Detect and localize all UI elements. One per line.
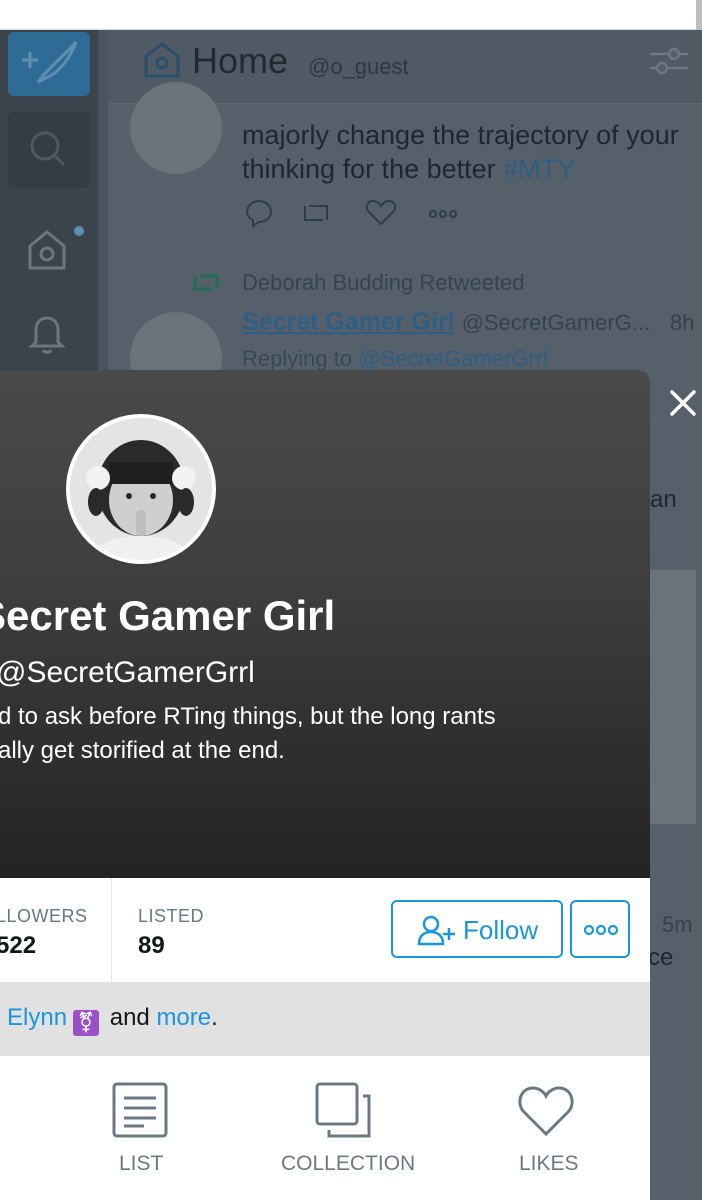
- search-icon: [30, 131, 66, 167]
- tweet-avatar[interactable]: [130, 82, 222, 174]
- followers-label: LLOWERS: [0, 906, 88, 926]
- tab-collection[interactable]: COLLECTION: [268, 1056, 418, 1200]
- profile-tabs: LIST COLLECTION LIKES: [0, 1056, 650, 1200]
- heart-icon: [518, 1086, 574, 1137]
- search-button[interactable]: [8, 112, 90, 188]
- avatar-photo: [70, 418, 212, 560]
- tab-list[interactable]: LIST: [80, 1056, 200, 1200]
- tweet-line-2-text: thinking for the better: [242, 154, 504, 184]
- partial-text-ce: ce: [648, 944, 674, 971]
- tweet-media-thumb[interactable]: [648, 570, 696, 824]
- filter-settings-icon[interactable]: [648, 42, 690, 80]
- replying-to-handle[interactable]: @SecretGamerGrrl: [358, 346, 548, 371]
- tweet-time-5m: 5m: [662, 912, 693, 937]
- replying-to: Replying to @SecretGamerGrrl: [242, 346, 548, 372]
- notification-dot: [74, 226, 84, 236]
- home-icon: [144, 42, 180, 78]
- profile-bio: d to ask before RTing things, but the lo…: [0, 700, 618, 768]
- tweet-author: Secret Gamer Girl @SecretGamerG...: [242, 308, 650, 337]
- more-followers-link[interactable]: more: [156, 1004, 211, 1031]
- more-options-button[interactable]: [570, 900, 630, 958]
- tab-likes[interactable]: LIKES: [490, 1056, 610, 1200]
- more-options-icon: [583, 924, 619, 936]
- tweet-actions: [245, 199, 457, 228]
- compose-button[interactable]: [8, 32, 90, 96]
- profile-avatar[interactable]: [66, 414, 216, 564]
- followed-by-and: and: [103, 1004, 157, 1031]
- collection-icon: [315, 1082, 371, 1138]
- retweet-small-icon: [193, 274, 219, 291]
- follow-button[interactable]: Follow: [391, 900, 563, 958]
- listed-value: 89: [138, 932, 165, 959]
- bio-line-2: ally get storified at the end.: [0, 737, 285, 764]
- profile-handle: @SecretGamerGrrl: [0, 656, 255, 689]
- followed-by-bar: Elynn ⚧ and more.: [0, 982, 650, 1056]
- tab-collection-label: COLLECTION: [281, 1152, 416, 1175]
- listed-label: LISTED: [138, 906, 205, 926]
- tab-likes-label: LIKES: [519, 1152, 579, 1175]
- profile-modal: Secret Gamer Girl @SecretGamerGrrl d to …: [0, 370, 650, 1200]
- follower-name-link[interactable]: Elynn: [7, 1004, 67, 1031]
- like-icon[interactable]: [365, 199, 397, 226]
- author-handle: @SecretGamerG...: [461, 310, 651, 335]
- tweet-line-1: majorly change the trajectory of your: [242, 120, 679, 150]
- column-title: Home: [192, 40, 289, 81]
- profile-banner: Secret Gamer Girl @SecretGamerGrrl d to …: [0, 370, 650, 880]
- stat-listed[interactable]: LISTED 89: [112, 878, 272, 982]
- close-icon[interactable]: [664, 384, 702, 422]
- retweet-icon[interactable]: [304, 205, 328, 221]
- column-user: @o_guest: [308, 54, 409, 79]
- replying-to-prefix: Replying to: [242, 346, 359, 371]
- partial-text-an: an: [650, 486, 677, 513]
- tweet-line-2: thinking for the better #MTY: [242, 152, 702, 186]
- followed-by-period: .: [211, 1004, 218, 1031]
- bio-line-1: d to ask before RTing things, but the lo…: [0, 703, 496, 730]
- transgender-symbol-icon: ⚧: [73, 1010, 100, 1036]
- followers-value: 522: [0, 932, 37, 959]
- tweet-text: majorly change the trajectory of your th…: [242, 118, 702, 186]
- reply-icon[interactable]: [245, 199, 273, 228]
- more-actions-icon[interactable]: [429, 210, 457, 218]
- compose-icon: [22, 41, 78, 84]
- hashtag-link[interactable]: #MTY: [503, 154, 575, 184]
- tweet-time: 8h: [670, 310, 695, 335]
- profile-name: Secret Gamer Girl: [0, 592, 336, 639]
- list-icon: [112, 1082, 168, 1138]
- retweet-notice-text: Deborah Budding Retweeted: [242, 270, 525, 295]
- bell-icon[interactable]: [24, 310, 70, 356]
- followed-by-text: Elynn ⚧ and more.: [7, 1004, 218, 1036]
- home-nav-icon[interactable]: [24, 226, 70, 272]
- profile-stats: LLOWERS 522 LISTED 89 Follow: [0, 878, 650, 982]
- browser-top-bar: [0, 0, 702, 30]
- author-name-link[interactable]: Secret Gamer Girl: [242, 308, 455, 336]
- top-bar-edge: [696, 0, 702, 30]
- follow-button-label: Follow: [463, 915, 539, 945]
- tab-list-label: LIST: [119, 1152, 164, 1175]
- add-user-icon: [417, 915, 455, 946]
- stat-followers[interactable]: LLOWERS 522: [0, 878, 112, 982]
